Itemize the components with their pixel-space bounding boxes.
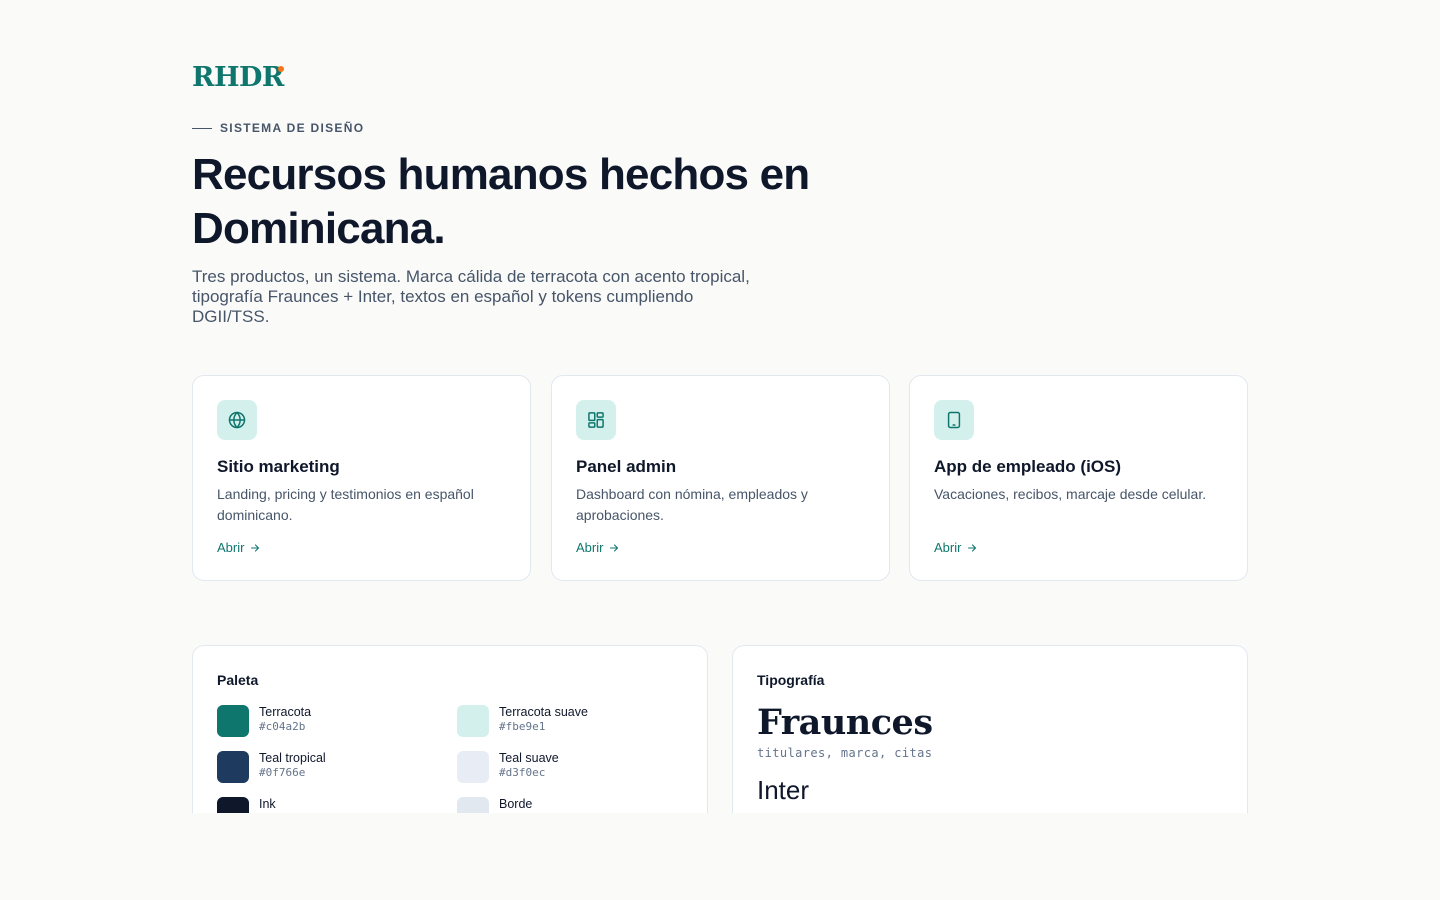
link-label: Abrir xyxy=(217,540,245,555)
hero-subtitle: Tres productos, un sistema. Marca cálida… xyxy=(192,267,750,326)
open-ios-link[interactable]: Abrir xyxy=(934,540,978,555)
product-card-admin[interactable]: Panel admin Dashboard con nómina, emplea… xyxy=(551,375,890,581)
logo-accent-dot xyxy=(278,66,284,72)
arrow-right-icon xyxy=(968,543,977,552)
swatch-hex: #0f766e xyxy=(259,766,306,779)
arrow-right-icon xyxy=(251,543,260,552)
product-card-marketing[interactable]: Sitio marketing Landing, pricing y testi… xyxy=(192,375,531,581)
arrow-right-icon xyxy=(610,543,619,552)
card-title: Panel admin xyxy=(576,457,677,476)
card-title: Sitio marketing xyxy=(217,457,340,476)
serif-font-sample: Fraunces xyxy=(757,702,933,743)
swatch-name: Teal tropical xyxy=(259,751,326,765)
link-label: Abrir xyxy=(576,540,604,555)
card-description: Landing, pricing y testimonios en españo… xyxy=(217,486,474,523)
hero-eyebrow: SISTEMA DE DISEÑO xyxy=(192,121,364,135)
color-swatch xyxy=(217,705,249,737)
eyebrow-text: SISTEMA DE DISEÑO xyxy=(220,121,365,135)
swatch-hex: #c04a2b xyxy=(259,720,306,733)
brand-logo[interactable]: RHDR xyxy=(192,62,284,93)
dashboard-grid-icon xyxy=(576,400,616,440)
swatch-item[interactable]: Teal tropical #0f766e xyxy=(217,751,437,787)
swatch-name: Teal suave xyxy=(499,751,559,765)
swatch-name: Terracota xyxy=(259,705,312,719)
typography-title: Tipografía xyxy=(757,672,825,688)
card-title: App de empleado (iOS) xyxy=(934,457,1122,476)
card-description: Vacaciones, recibos, marcaje desde celul… xyxy=(934,486,1207,502)
eyebrow-line xyxy=(192,127,212,129)
viewport-bottom xyxy=(0,813,1440,900)
swatch-item[interactable]: Terracota suave #fbe9e1 xyxy=(457,705,677,741)
swatch-name: Terracota suave xyxy=(499,705,588,719)
swatch-hex: #d3f0ec xyxy=(499,766,546,779)
link-label: Abrir xyxy=(934,540,962,555)
card-description: Dashboard con nómina, empleados y aproba… xyxy=(576,486,808,523)
color-swatch xyxy=(457,705,489,737)
swatch-item[interactable]: Teal suave #d3f0ec xyxy=(457,751,677,787)
hero-title: Recursos humanos hechos en Dominicana. xyxy=(192,150,810,253)
open-admin-link[interactable]: Abrir xyxy=(576,540,620,555)
tablet-icon xyxy=(934,400,974,440)
sans-font-sample: Inter xyxy=(757,775,810,805)
globe-icon xyxy=(217,400,257,440)
palette-title: Paleta xyxy=(217,672,259,688)
product-card-ios[interactable]: App de empleado (iOS) Vacaciones, recibo… xyxy=(909,375,1248,581)
color-swatch xyxy=(217,751,249,783)
swatch-name: Ink xyxy=(259,797,276,811)
serif-font-usage: titulares, marca, citas xyxy=(757,746,933,760)
swatch-item[interactable]: Terracota #c04a2b xyxy=(217,705,437,741)
product-cards: Sitio marketing Landing, pricing y testi… xyxy=(192,375,1248,581)
swatch-name: Borde xyxy=(499,797,533,811)
color-swatch xyxy=(457,751,489,783)
swatch-hex: #fbe9e1 xyxy=(499,720,546,733)
open-marketing-link[interactable]: Abrir xyxy=(217,540,261,555)
